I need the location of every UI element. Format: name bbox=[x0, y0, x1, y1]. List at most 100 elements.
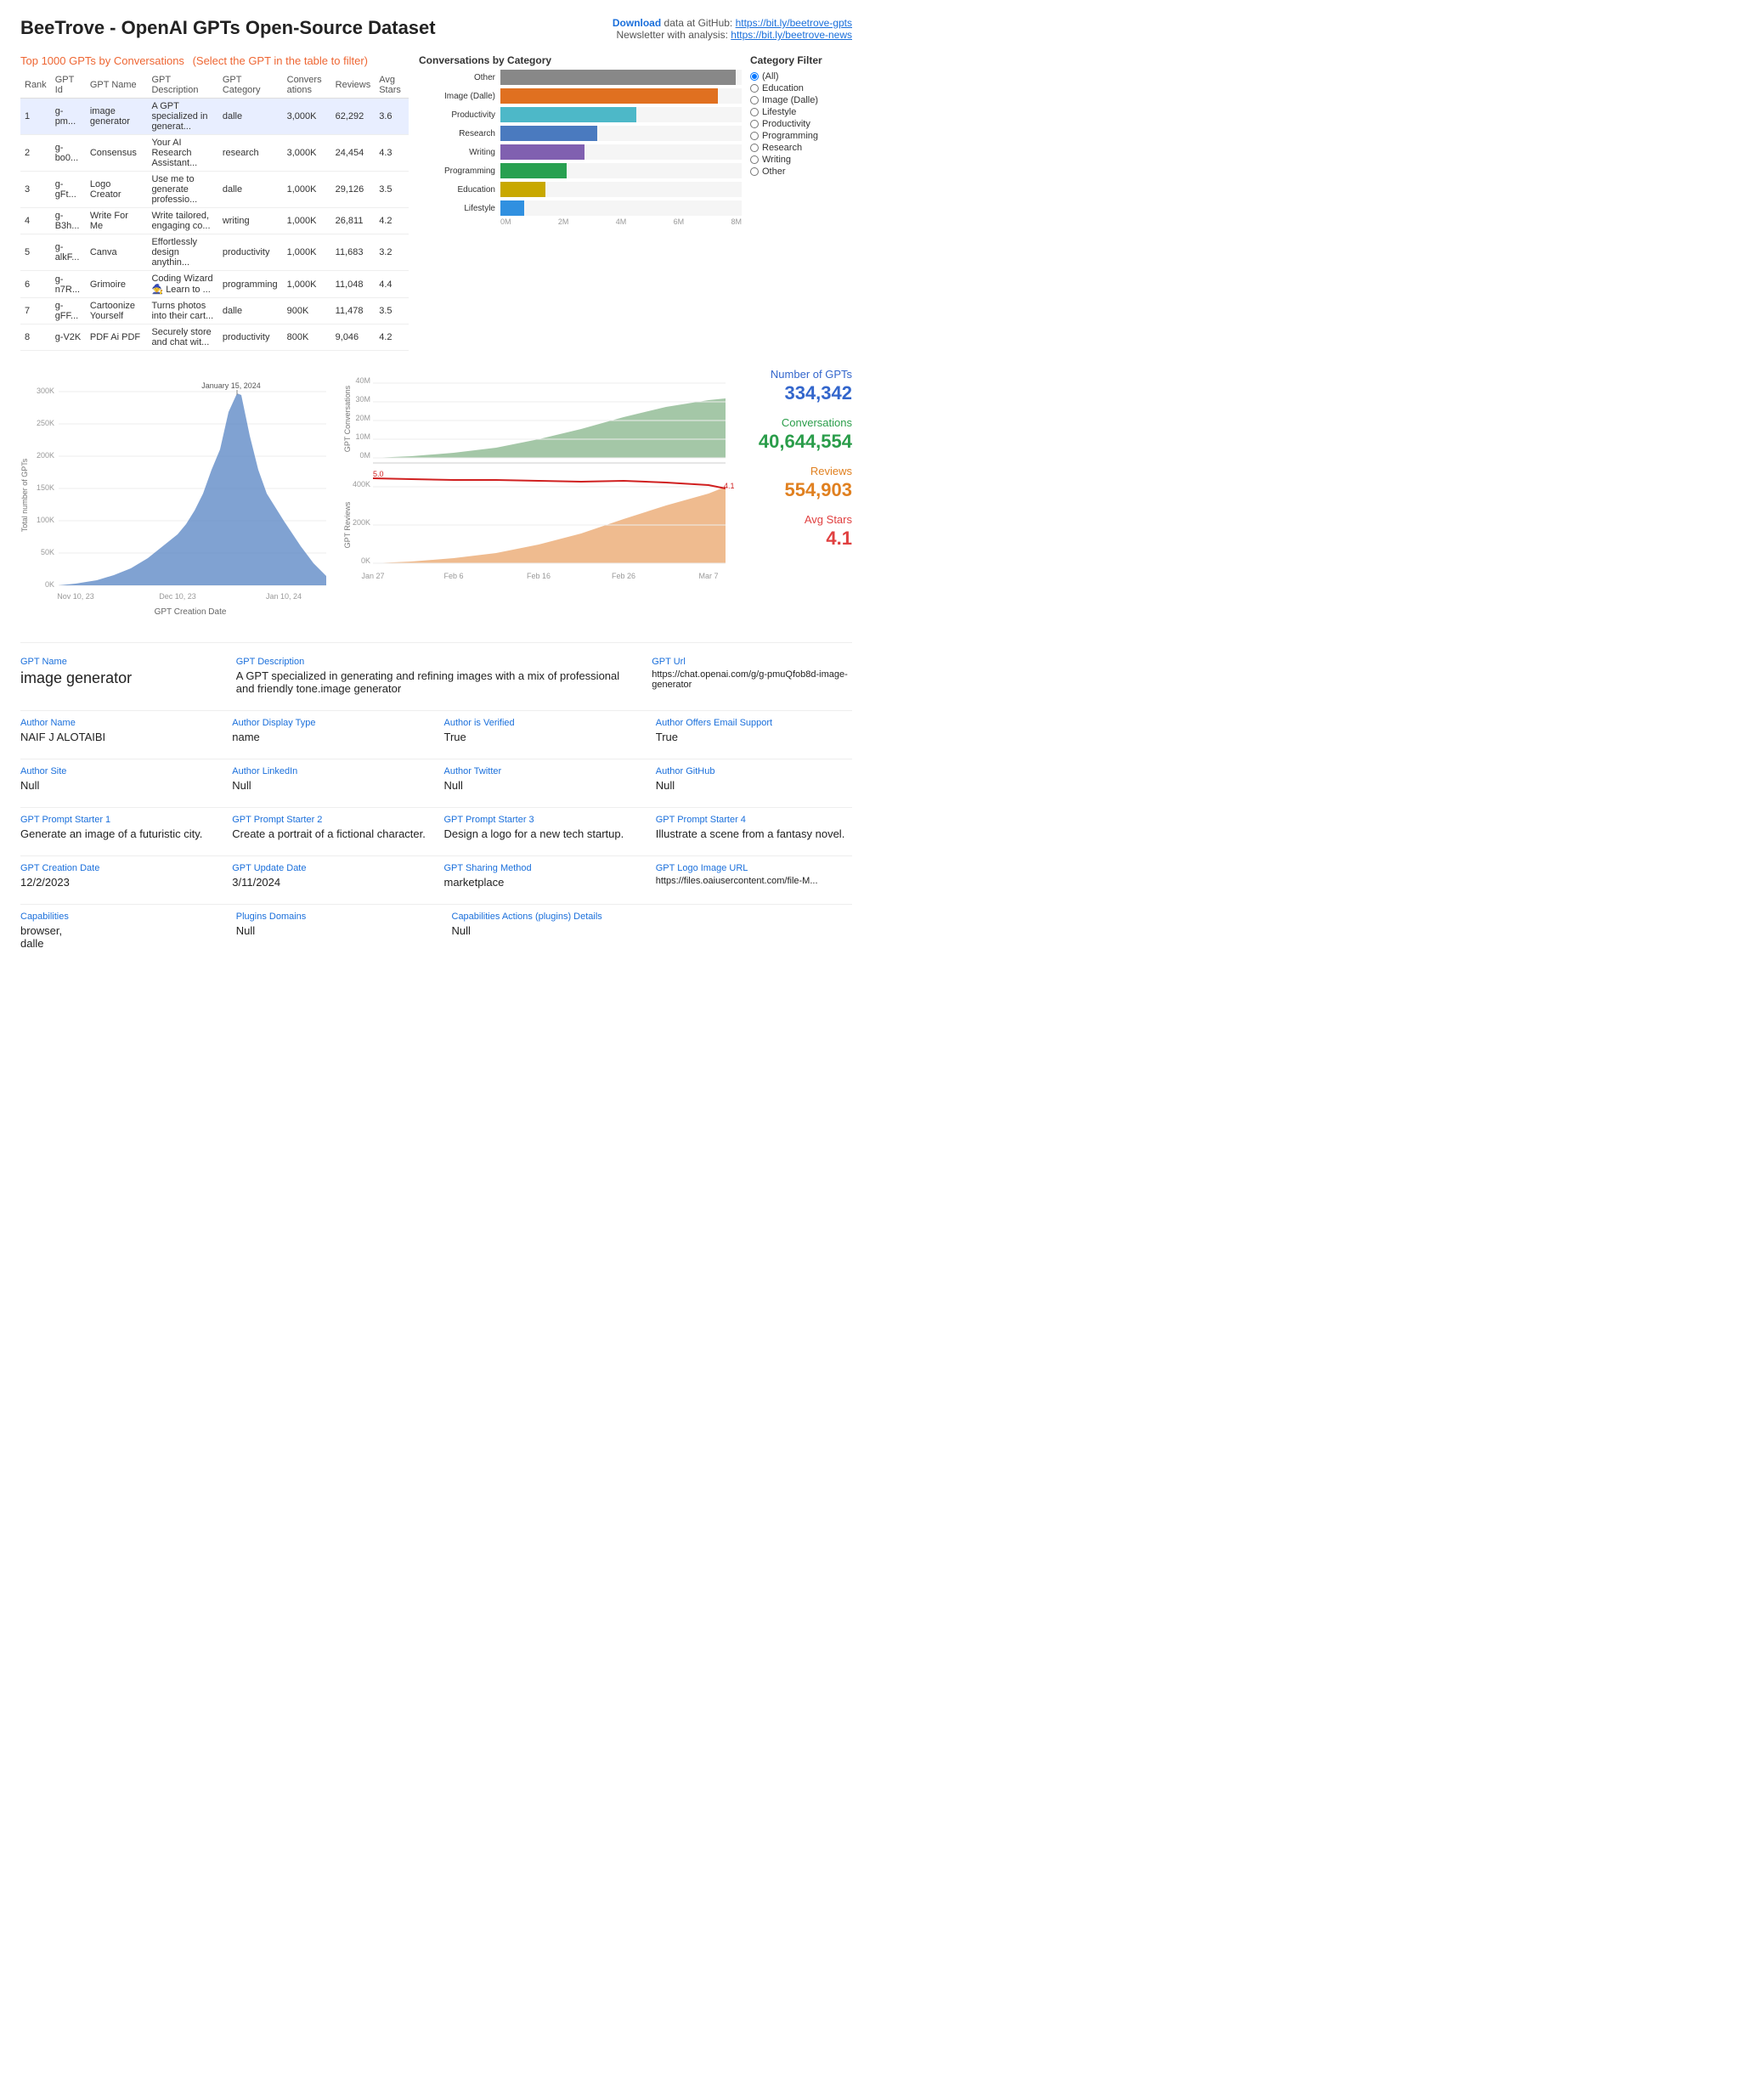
cell-stars: 4.4 bbox=[375, 271, 409, 298]
author-linkedin-value: Null bbox=[232, 779, 428, 792]
author-verified-value: True bbox=[444, 731, 641, 743]
update-date-label: GPT Update Date bbox=[232, 863, 428, 873]
page-title: BeeTrove - OpenAI GPTs Open-Source Datas… bbox=[20, 17, 436, 39]
filter-option[interactable]: Productivity bbox=[750, 119, 852, 129]
prompt1-value: Generate an image of a futuristic city. bbox=[20, 827, 217, 840]
table-row[interactable]: 4 g-B3h... Write For Me Write tailored, … bbox=[20, 208, 409, 234]
prompt3-label: GPT Prompt Starter 3 bbox=[444, 815, 641, 825]
gpt-name-field: GPT Name image generator bbox=[20, 657, 221, 695]
data-at-text: data at GitHub: bbox=[664, 17, 733, 29]
svg-text:400K: 400K bbox=[353, 480, 370, 488]
table-row[interactable]: 7 g-gFF... Cartoonize Yourself Turns pho… bbox=[20, 298, 409, 325]
detail-row-2: Author Name NAIF J ALOTAIBI Author Displ… bbox=[20, 718, 852, 743]
filter-radio[interactable] bbox=[750, 144, 759, 152]
svg-text:0K: 0K bbox=[361, 556, 370, 565]
cell-id: g-pm... bbox=[51, 99, 86, 135]
svg-text:0M: 0M bbox=[359, 451, 370, 460]
cell-cat: dalle bbox=[218, 99, 283, 135]
bar-label: Lifestyle bbox=[419, 204, 495, 213]
logo-url-label: GPT Logo Image URL bbox=[656, 863, 852, 873]
cell-stars: 4.2 bbox=[375, 325, 409, 351]
bar-row: Other bbox=[419, 70, 742, 85]
svg-text:200K: 200K bbox=[37, 451, 54, 460]
filter-option[interactable]: (All) bbox=[750, 71, 852, 82]
newsletter-link[interactable]: https://bit.ly/beetrove-news bbox=[731, 29, 852, 41]
filter-radio[interactable] bbox=[750, 155, 759, 164]
gpt-table-section: Top 1000 GPTs by Conversations (Select t… bbox=[20, 54, 409, 351]
table-row[interactable]: 5 g-alkF... Canva Effortlessly design an… bbox=[20, 234, 409, 271]
svg-text:GPT Reviews: GPT Reviews bbox=[343, 501, 352, 548]
filter-option-label: Research bbox=[762, 143, 802, 153]
cell-cat: productivity bbox=[218, 234, 283, 271]
stats-panel: Number of GPTs 334,342 Conversations 40,… bbox=[743, 368, 852, 562]
cap-actions-field: Capabilities Actions (plugins) Details N… bbox=[452, 912, 853, 950]
filter-option[interactable]: Image (Dalle) bbox=[750, 95, 852, 105]
author-name-value: NAIF J ALOTAIBI bbox=[20, 731, 217, 743]
filter-option[interactable]: Other bbox=[750, 167, 852, 177]
cell-rank: 3 bbox=[20, 172, 51, 208]
author-verified-field: Author is Verified True bbox=[444, 718, 641, 743]
cell-desc: A GPT specialized in generat... bbox=[147, 99, 217, 135]
filter-option-label: Other bbox=[762, 167, 786, 177]
download-label: Download bbox=[613, 17, 661, 29]
filter-radio[interactable] bbox=[750, 96, 759, 104]
table-row[interactable]: 1 g-pm... image generator A GPT speciali… bbox=[20, 99, 409, 135]
filter-option[interactable]: Writing bbox=[750, 155, 852, 165]
svg-text:GPT Creation Date: GPT Creation Date bbox=[155, 607, 227, 617]
update-date-field: GPT Update Date 3/11/2024 bbox=[232, 863, 428, 889]
svg-text:50K: 50K bbox=[41, 548, 54, 556]
charts-row: Total number of GPTs 300K 250K 200K 150K… bbox=[20, 368, 852, 625]
filter-radio[interactable] bbox=[750, 120, 759, 128]
cell-id: g-bo0... bbox=[51, 135, 86, 172]
table-row[interactable]: 6 g-n7R... Grimoire Coding Wizard🧙 Learn… bbox=[20, 271, 409, 298]
filter-radio[interactable] bbox=[750, 72, 759, 81]
gpt-table[interactable]: Rank GPT Id GPT Name GPT Description GPT… bbox=[20, 72, 409, 351]
filter-option[interactable]: Lifestyle bbox=[750, 107, 852, 117]
cell-desc: Securely store and chat wit... bbox=[147, 325, 217, 351]
filter-option[interactable]: Programming bbox=[750, 131, 852, 141]
filter-radio[interactable] bbox=[750, 167, 759, 176]
filter-radio[interactable] bbox=[750, 108, 759, 116]
gpt-desc-value: A GPT specialized in generating and refi… bbox=[236, 669, 637, 695]
page-header: BeeTrove - OpenAI GPTs Open-Source Datas… bbox=[20, 17, 852, 41]
capabilities-field: Capabilities browser, dalle bbox=[20, 912, 221, 950]
cell-name: PDF Ai PDF bbox=[86, 325, 148, 351]
detail-row-3: Author Site Null Author LinkedIn Null Au… bbox=[20, 766, 852, 792]
github-link[interactable]: https://bit.ly/beetrove-gpts bbox=[736, 17, 852, 29]
filter-radio[interactable] bbox=[750, 84, 759, 93]
author-linkedin-field: Author LinkedIn Null bbox=[232, 766, 428, 792]
author-name-label: Author Name bbox=[20, 718, 217, 728]
cell-stars: 4.2 bbox=[375, 208, 409, 234]
author-linkedin-label: Author LinkedIn bbox=[232, 766, 428, 776]
cell-reviews: 26,811 bbox=[331, 208, 376, 234]
prompt3-field: GPT Prompt Starter 3 Design a logo for a… bbox=[444, 815, 641, 840]
bar bbox=[500, 88, 718, 104]
cell-conv: 800K bbox=[283, 325, 331, 351]
filter-option-label: Productivity bbox=[762, 119, 810, 129]
bar bbox=[500, 107, 636, 122]
stat-avg-stars: Avg Stars 4.1 bbox=[743, 513, 852, 550]
svg-text:100K: 100K bbox=[37, 516, 54, 524]
cell-id: g-gFF... bbox=[51, 298, 86, 325]
detail-row-6: Capabilities browser, dalle Plugins Doma… bbox=[20, 912, 852, 950]
table-row[interactable]: 3 g-gFt... Logo Creator Use me to genera… bbox=[20, 172, 409, 208]
col-id: GPT Id bbox=[51, 72, 86, 99]
svg-text:10M: 10M bbox=[355, 432, 370, 441]
prompt2-field: GPT Prompt Starter 2 Create a portrait o… bbox=[232, 815, 428, 840]
top-section: Top 1000 GPTs by Conversations (Select t… bbox=[20, 54, 852, 351]
filter-option[interactable]: Research bbox=[750, 143, 852, 153]
filter-radio[interactable] bbox=[750, 132, 759, 140]
cell-reviews: 62,292 bbox=[331, 99, 376, 135]
bar-chart-axis: 0M2M4M6M8M bbox=[419, 217, 742, 226]
conversations-value: 40,644,554 bbox=[743, 431, 852, 453]
bar-row: Programming bbox=[419, 163, 742, 178]
table-row[interactable]: 2 g-bo0... Consensus Your AI Research As… bbox=[20, 135, 409, 172]
col-cat: GPT Category bbox=[218, 72, 283, 99]
svg-text:Mar 7: Mar 7 bbox=[698, 572, 718, 580]
gpt-conversations-chart: 40M 30M 20M 10M 0M GPT Conversations bbox=[343, 368, 734, 623]
capabilities-value: browser, dalle bbox=[20, 924, 221, 950]
filter-option[interactable]: Education bbox=[750, 83, 852, 93]
table-row[interactable]: 8 g-V2K PDF Ai PDF Securely store and ch… bbox=[20, 325, 409, 351]
bar-label: Other bbox=[419, 73, 495, 82]
svg-text:Feb 26: Feb 26 bbox=[612, 572, 635, 580]
